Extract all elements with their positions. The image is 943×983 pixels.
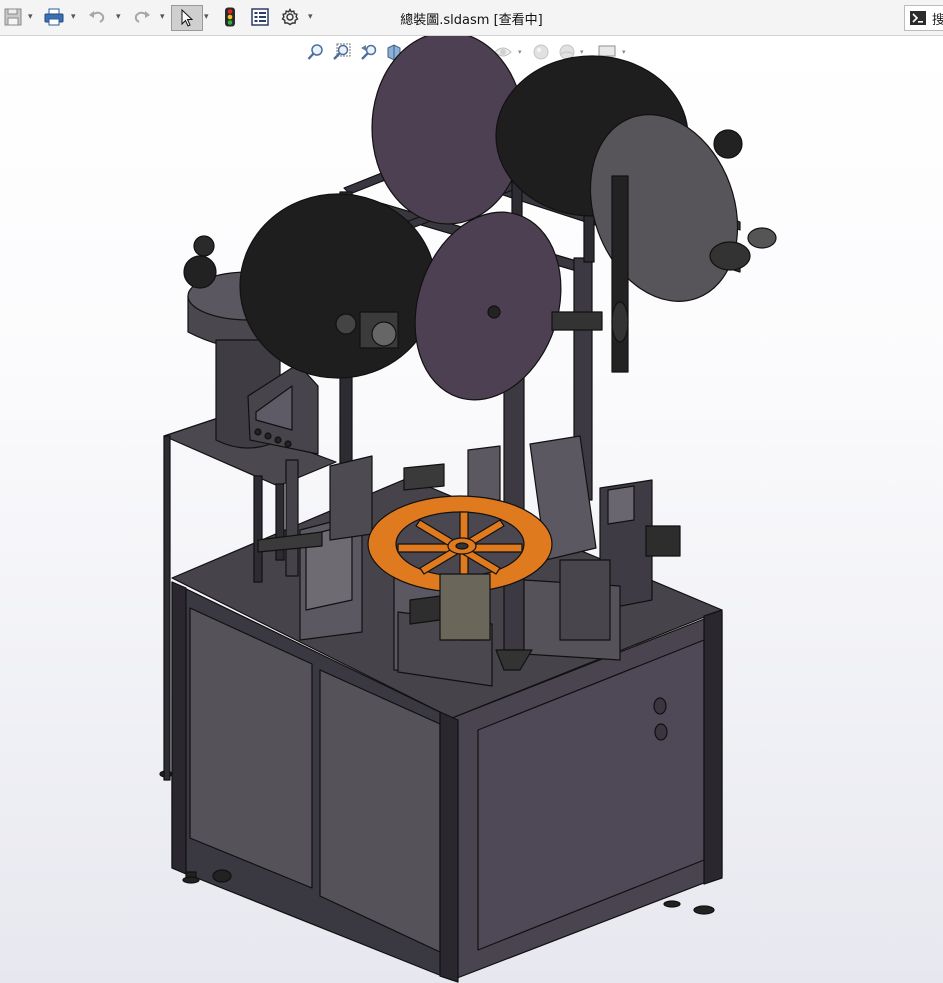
redo-button[interactable] — [131, 5, 153, 29]
command-prompt-icon — [910, 11, 926, 25]
undo-icon — [89, 11, 105, 23]
reel-front-purple — [414, 211, 603, 401]
rebuild-button[interactable] — [220, 5, 240, 29]
save-icon — [4, 8, 22, 26]
title-bar: ▾ ▾ ▾ ▾ ▾ ▾ 總裝圖.sldasm [查看中] 搜 — [0, 0, 943, 36]
file-properties-button[interactable] — [248, 5, 272, 29]
print-dropdown-icon[interactable]: ▾ — [71, 12, 76, 21]
undo-button[interactable] — [86, 5, 108, 29]
print-button[interactable] — [42, 5, 66, 29]
save-button[interactable] — [2, 5, 24, 29]
print-icon — [44, 8, 64, 26]
search-commands-box[interactable]: 搜 — [904, 5, 943, 31]
select-dropdown-icon[interactable]: ▾ — [204, 12, 209, 21]
undo-dropdown-icon[interactable]: ▾ — [116, 12, 121, 21]
redo-dropdown-icon[interactable]: ▾ — [160, 12, 165, 21]
select-cursor-icon — [181, 9, 194, 27]
options-dropdown-icon[interactable]: ▾ — [308, 12, 313, 21]
gear-icon — [281, 8, 299, 26]
options-button[interactable] — [279, 5, 301, 29]
redo-icon — [134, 11, 150, 23]
assembly-model-render — [159, 36, 777, 983]
reel-left-black — [239, 193, 437, 379]
select-button[interactable] — [171, 5, 203, 31]
traffic-light-icon — [225, 7, 235, 27]
save-dropdown-icon[interactable]: ▾ — [28, 12, 33, 21]
search-label: 搜 — [932, 12, 943, 28]
file-properties-icon — [251, 8, 269, 26]
